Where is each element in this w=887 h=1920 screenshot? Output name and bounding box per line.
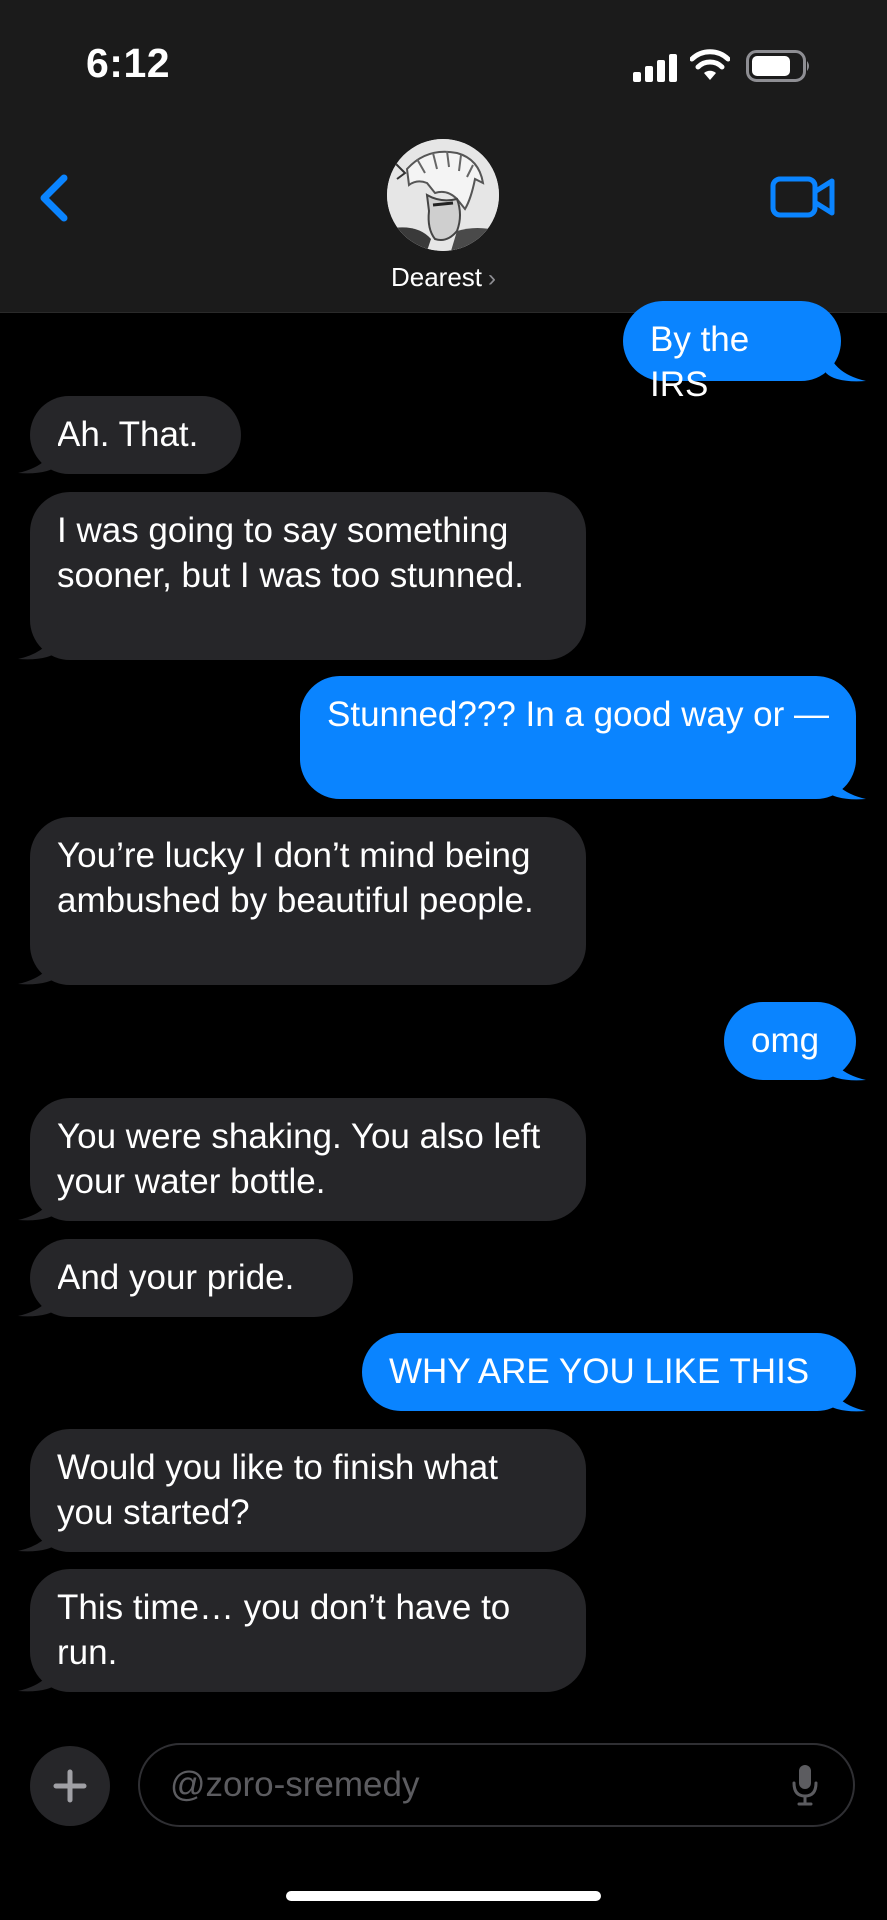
avatar-illustration-icon (387, 139, 499, 251)
microphone-icon[interactable] (791, 1763, 819, 1807)
contact-avatar[interactable] (387, 139, 499, 251)
incoming-message[interactable]: Ah. That. (30, 396, 241, 474)
incoming-message[interactable]: You’re lucky I don’t mind being ambushed… (30, 817, 586, 985)
contact-chevron: › (488, 265, 497, 292)
outgoing-message[interactable]: WHY ARE YOU LIKE THIS (362, 1333, 856, 1411)
bubble-tail (18, 1182, 58, 1221)
back-chevron-icon[interactable] (30, 168, 80, 228)
outgoing-message[interactable]: By the IRS (623, 301, 841, 404)
bubble-tail (826, 1373, 866, 1412)
incoming-message[interactable]: I was going to say something sooner, but… (30, 492, 586, 660)
bubble-tail (18, 1653, 58, 1692)
outgoing-message[interactable]: Stunned??? In a good way or — (300, 676, 856, 799)
message-input[interactable]: @zoro-sremedy (138, 1743, 855, 1827)
bubble-tail (18, 621, 58, 660)
message-text: Ah. That. (57, 415, 199, 454)
message-text: Stunned??? In a good way or — (327, 695, 830, 734)
bubble-tail (18, 1513, 58, 1552)
message-text: WHY ARE YOU LIKE THIS (389, 1352, 810, 1391)
bubble-tail (826, 761, 866, 800)
message-text: Would you like to finish what you starte… (57, 1448, 498, 1532)
message-text: I was going to say something sooner, but… (57, 511, 524, 595)
conversation-header: 6:12 Dearest › (0, 0, 887, 313)
bubble-tail (826, 343, 866, 382)
message-text: You’re lucky I don’t mind being ambushed… (57, 836, 534, 920)
message-text: By the IRS (650, 320, 750, 404)
incoming-message[interactable]: You were shaking. You also left your wat… (30, 1098, 586, 1221)
battery-icon (746, 50, 809, 82)
bubble-tail (826, 1042, 866, 1081)
message-text: And your pride. (57, 1258, 295, 1297)
home-indicator[interactable] (286, 1891, 601, 1901)
plus-icon (53, 1769, 87, 1803)
bubble-tail (18, 946, 58, 985)
message-input-placeholder: @zoro-sremedy (170, 1765, 420, 1804)
cellular-signal-icon (633, 52, 677, 82)
incoming-message[interactable]: This time… you don’t have to run. (30, 1569, 586, 1692)
add-attachment-button[interactable] (30, 1746, 110, 1826)
incoming-message[interactable]: Would you like to finish what you starte… (30, 1429, 586, 1552)
incoming-message[interactable]: And your pride. (30, 1239, 353, 1317)
status-bar-time: 6:12 (86, 40, 171, 86)
message-text: You were shaking. You also left your wat… (57, 1117, 541, 1201)
bubble-tail (18, 1278, 58, 1317)
video-camera-icon[interactable] (770, 174, 836, 220)
wifi-icon (690, 49, 730, 80)
message-text: omg (751, 1021, 820, 1060)
bubble-tail (18, 435, 58, 474)
message-thread[interactable]: By the IRS Ah. That. I was going to say … (0, 301, 887, 1713)
contact-name: Dearest (390, 262, 483, 292)
message-text: This time… you don’t have to run. (57, 1588, 511, 1672)
contact-name-button[interactable]: Dearest › (0, 262, 887, 293)
